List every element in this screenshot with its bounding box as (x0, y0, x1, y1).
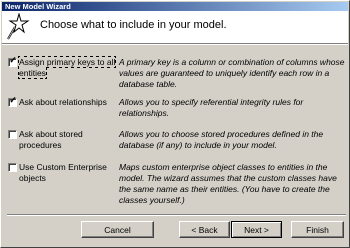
custom-enterprise-label[interactable]: Use Custom Enterprise objects (19, 162, 119, 184)
stored-procedures-description: Allows you to choose stored procedures d… (119, 129, 324, 150)
next-button[interactable]: Next > (231, 221, 282, 238)
primary-keys-label[interactable]: Assign primary keys to all entities (17, 56, 119, 79)
check-mark-icon: ✓ (9, 55, 17, 65)
page-title: Choose what to include in your model. (40, 19, 227, 31)
wizard-wand-icon (7, 13, 30, 40)
relationships-checkbox[interactable]: ✓ (8, 95, 17, 107)
primary-keys-description: A primary key is a column or combination… (119, 57, 345, 89)
title-bar[interactable]: New Model Wizard (2, 2, 348, 11)
primary-keys-checkbox[interactable]: ✓ (8, 55, 17, 67)
wizard-header: Choose what to include in your model. (2, 11, 348, 43)
stored-procedures-checkbox[interactable] (8, 130, 17, 139)
back-button[interactable]: < Back (179, 221, 230, 238)
relationships-label[interactable]: Ask about relationships (19, 97, 119, 108)
check-mark-icon: ✓ (9, 95, 17, 105)
window-title: New Model Wizard (5, 2, 71, 11)
header-divider (2, 43, 348, 45)
custom-enterprise-description: Maps custom enterprise object classes to… (119, 162, 337, 205)
footer-divider (7, 214, 346, 216)
cancel-button[interactable]: Cancel (81, 221, 154, 238)
relationships-description: Allows you to specify referential integr… (119, 97, 304, 118)
stored-procedures-label[interactable]: Ask about stored procedures (19, 129, 119, 151)
wizard-window: New Model Wizard Choose what to include … (0, 0, 350, 248)
finish-button[interactable]: Finish (291, 221, 344, 238)
custom-enterprise-checkbox[interactable] (8, 163, 17, 172)
